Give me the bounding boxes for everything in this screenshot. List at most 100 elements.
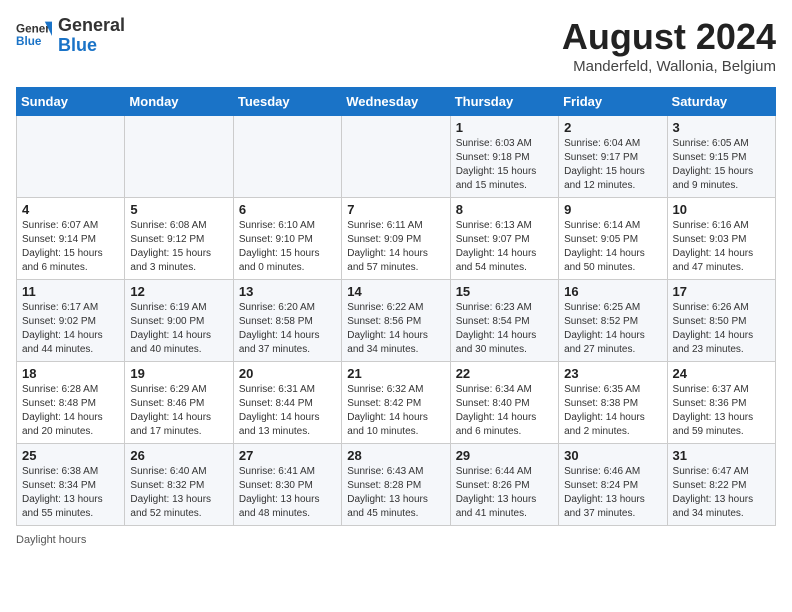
day-number: 21 bbox=[347, 366, 444, 381]
day-number: 27 bbox=[239, 448, 336, 463]
day-cell: 9 Sunrise: 6:14 AM Sunset: 9:05 PM Daylig… bbox=[559, 198, 667, 280]
day-cell bbox=[17, 116, 125, 198]
calendar-header: SundayMondayTuesdayWednesdayThursdayFrid… bbox=[17, 88, 776, 116]
day-info: Sunrise: 6:07 AM Sunset: 9:14 PM Dayligh… bbox=[22, 219, 119, 275]
day-info: Sunrise: 6:46 AM Sunset: 8:24 PM Dayligh… bbox=[564, 465, 661, 521]
day-number: 14 bbox=[347, 284, 444, 299]
day-info: Sunrise: 6:32 AM Sunset: 8:42 PM Dayligh… bbox=[347, 383, 444, 439]
day-cell: 21 Sunrise: 6:32 AM Sunset: 8:42 PM Dayli… bbox=[342, 362, 450, 444]
day-info: Sunrise: 6:19 AM Sunset: 9:00 PM Dayligh… bbox=[130, 301, 227, 357]
day-info: Sunrise: 6:29 AM Sunset: 8:46 PM Dayligh… bbox=[130, 383, 227, 439]
day-number: 16 bbox=[564, 284, 661, 299]
weekday-header-monday: Monday bbox=[125, 88, 233, 116]
weekday-header-tuesday: Tuesday bbox=[233, 88, 341, 116]
day-cell: 29 Sunrise: 6:44 AM Sunset: 8:26 PM Dayli… bbox=[450, 444, 558, 526]
day-info: Sunrise: 6:08 AM Sunset: 9:12 PM Dayligh… bbox=[130, 219, 227, 275]
day-info: Sunrise: 6:11 AM Sunset: 9:09 PM Dayligh… bbox=[347, 219, 444, 275]
day-number: 5 bbox=[130, 202, 227, 217]
footer-note-text: Daylight hours bbox=[16, 534, 86, 546]
day-cell: 24Sunrise: 6:37 AM Sunset: 8:36 PM Dayli… bbox=[667, 362, 775, 444]
day-cell: 30 Sunrise: 6:46 AM Sunset: 8:24 PM Dayli… bbox=[559, 444, 667, 526]
day-info: Sunrise: 6:23 AM Sunset: 8:54 PM Dayligh… bbox=[456, 301, 553, 357]
day-info: Sunrise: 6:10 AM Sunset: 9:10 PM Dayligh… bbox=[239, 219, 336, 275]
day-number: 25 bbox=[22, 448, 119, 463]
day-cell: 31Sunrise: 6:47 AM Sunset: 8:22 PM Dayli… bbox=[667, 444, 775, 526]
day-cell: 28 Sunrise: 6:43 AM Sunset: 8:28 PM Dayli… bbox=[342, 444, 450, 526]
weekday-header-friday: Friday bbox=[559, 88, 667, 116]
day-cell: 11Sunrise: 6:17 AM Sunset: 9:02 PM Dayli… bbox=[17, 280, 125, 362]
day-number: 11 bbox=[22, 284, 119, 299]
footer-note: Daylight hours bbox=[16, 534, 776, 546]
calendar-body: 1Sunrise: 6:03 AM Sunset: 9:18 PM Daylig… bbox=[17, 116, 776, 526]
day-info: Sunrise: 6:34 AM Sunset: 8:40 PM Dayligh… bbox=[456, 383, 553, 439]
day-number: 15 bbox=[456, 284, 553, 299]
day-cell: 10 Sunrise: 6:16 AM Sunset: 9:03 PM Dayli… bbox=[667, 198, 775, 280]
week-row-3: 11Sunrise: 6:17 AM Sunset: 9:02 PM Dayli… bbox=[17, 280, 776, 362]
day-info: Sunrise: 6:22 AM Sunset: 8:56 PM Dayligh… bbox=[347, 301, 444, 357]
day-number: 28 bbox=[347, 448, 444, 463]
day-number: 13 bbox=[239, 284, 336, 299]
day-info: Sunrise: 6:25 AM Sunset: 8:52 PM Dayligh… bbox=[564, 301, 661, 357]
day-cell bbox=[342, 116, 450, 198]
weekday-header-saturday: Saturday bbox=[667, 88, 775, 116]
day-info: Sunrise: 6:13 AM Sunset: 9:07 PM Dayligh… bbox=[456, 219, 553, 275]
day-cell: 6 Sunrise: 6:10 AM Sunset: 9:10 PM Daylig… bbox=[233, 198, 341, 280]
day-number: 4 bbox=[22, 202, 119, 217]
day-cell: 1Sunrise: 6:03 AM Sunset: 9:18 PM Daylig… bbox=[450, 116, 558, 198]
weekday-header-row: SundayMondayTuesdayWednesdayThursdayFrid… bbox=[17, 88, 776, 116]
week-row-1: 1Sunrise: 6:03 AM Sunset: 9:18 PM Daylig… bbox=[17, 116, 776, 198]
day-number: 23 bbox=[564, 366, 661, 381]
day-number: 10 bbox=[673, 202, 770, 217]
day-cell: 22Sunrise: 6:34 AM Sunset: 8:40 PM Dayli… bbox=[450, 362, 558, 444]
day-number: 6 bbox=[239, 202, 336, 217]
day-cell: 23 Sunrise: 6:35 AM Sunset: 8:38 PM Dayli… bbox=[559, 362, 667, 444]
month-title: August 2024 bbox=[562, 16, 776, 58]
page-header: General Blue General Blue August 2024 Ma… bbox=[16, 16, 776, 75]
day-number: 9 bbox=[564, 202, 661, 217]
day-info: Sunrise: 6:37 AM Sunset: 8:36 PM Dayligh… bbox=[673, 383, 770, 439]
day-number: 26 bbox=[130, 448, 227, 463]
day-number: 30 bbox=[564, 448, 661, 463]
day-info: Sunrise: 6:44 AM Sunset: 8:26 PM Dayligh… bbox=[456, 465, 553, 521]
day-info: Sunrise: 6:35 AM Sunset: 8:38 PM Dayligh… bbox=[564, 383, 661, 439]
day-number: 19 bbox=[130, 366, 227, 381]
day-cell: 15 Sunrise: 6:23 AM Sunset: 8:54 PM Dayli… bbox=[450, 280, 558, 362]
day-number: 8 bbox=[456, 202, 553, 217]
day-number: 29 bbox=[456, 448, 553, 463]
day-info: Sunrise: 6:38 AM Sunset: 8:34 PM Dayligh… bbox=[22, 465, 119, 521]
week-row-5: 25 Sunrise: 6:38 AM Sunset: 8:34 PM Dayli… bbox=[17, 444, 776, 526]
week-row-2: 4 Sunrise: 6:07 AM Sunset: 9:14 PM Daylig… bbox=[17, 198, 776, 280]
location: Manderfeld, Wallonia, Belgium bbox=[562, 58, 776, 75]
day-cell: 7 Sunrise: 6:11 AM Sunset: 9:09 PM Daylig… bbox=[342, 198, 450, 280]
day-info: Sunrise: 6:40 AM Sunset: 8:32 PM Dayligh… bbox=[130, 465, 227, 521]
day-cell: 25 Sunrise: 6:38 AM Sunset: 8:34 PM Dayli… bbox=[17, 444, 125, 526]
day-cell: 18Sunrise: 6:28 AM Sunset: 8:48 PM Dayli… bbox=[17, 362, 125, 444]
day-info: Sunrise: 6:20 AM Sunset: 8:58 PM Dayligh… bbox=[239, 301, 336, 357]
day-cell: 14 Sunrise: 6:22 AM Sunset: 8:56 PM Dayli… bbox=[342, 280, 450, 362]
logo-general: General bbox=[58, 16, 125, 36]
logo: General Blue General Blue bbox=[16, 16, 125, 56]
day-info: Sunrise: 6:16 AM Sunset: 9:03 PM Dayligh… bbox=[673, 219, 770, 275]
day-number: 7 bbox=[347, 202, 444, 217]
day-number: 3 bbox=[673, 120, 770, 135]
week-row-4: 18Sunrise: 6:28 AM Sunset: 8:48 PM Dayli… bbox=[17, 362, 776, 444]
day-info: Sunrise: 6:31 AM Sunset: 8:44 PM Dayligh… bbox=[239, 383, 336, 439]
weekday-header-wednesday: Wednesday bbox=[342, 88, 450, 116]
day-info: Sunrise: 6:41 AM Sunset: 8:30 PM Dayligh… bbox=[239, 465, 336, 521]
day-cell bbox=[233, 116, 341, 198]
day-cell: 20Sunrise: 6:31 AM Sunset: 8:44 PM Dayli… bbox=[233, 362, 341, 444]
day-info: Sunrise: 6:04 AM Sunset: 9:17 PM Dayligh… bbox=[564, 137, 661, 193]
logo-icon: General Blue bbox=[16, 18, 52, 54]
day-number: 31 bbox=[673, 448, 770, 463]
day-info: Sunrise: 6:14 AM Sunset: 9:05 PM Dayligh… bbox=[564, 219, 661, 275]
day-info: Sunrise: 6:43 AM Sunset: 8:28 PM Dayligh… bbox=[347, 465, 444, 521]
day-cell: 3 Sunrise: 6:05 AM Sunset: 9:15 PM Daylig… bbox=[667, 116, 775, 198]
day-number: 17 bbox=[673, 284, 770, 299]
day-number: 2 bbox=[564, 120, 661, 135]
day-cell: 26 Sunrise: 6:40 AM Sunset: 8:32 PM Dayli… bbox=[125, 444, 233, 526]
day-info: Sunrise: 6:28 AM Sunset: 8:48 PM Dayligh… bbox=[22, 383, 119, 439]
day-cell bbox=[125, 116, 233, 198]
day-info: Sunrise: 6:05 AM Sunset: 9:15 PM Dayligh… bbox=[673, 137, 770, 193]
day-cell: 12Sunrise: 6:19 AM Sunset: 9:00 PM Dayli… bbox=[125, 280, 233, 362]
day-cell: 4 Sunrise: 6:07 AM Sunset: 9:14 PM Daylig… bbox=[17, 198, 125, 280]
